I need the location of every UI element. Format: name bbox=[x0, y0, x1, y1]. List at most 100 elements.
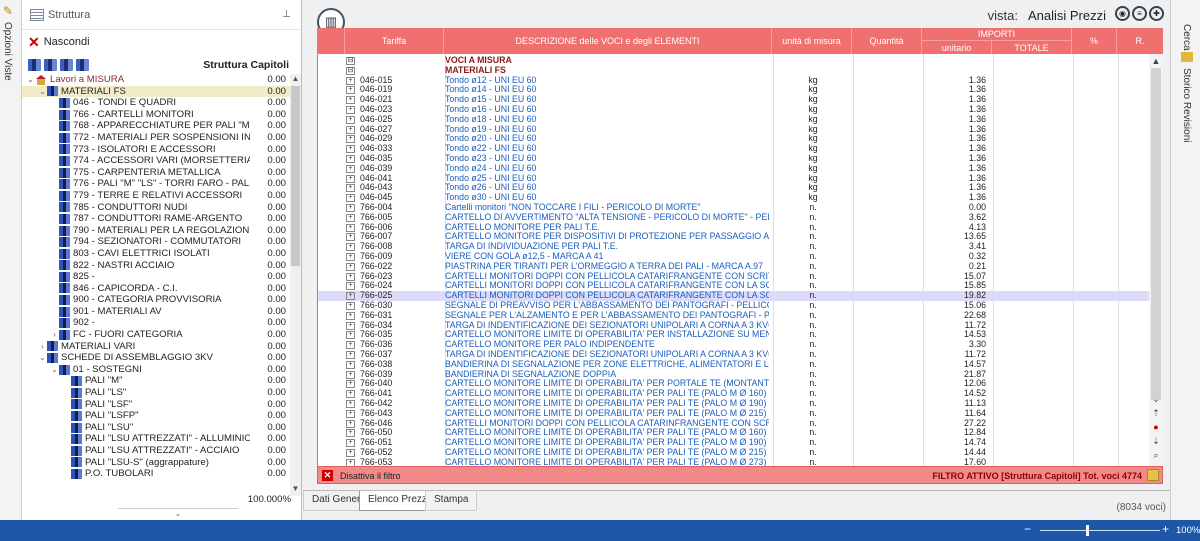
settings-icon[interactable]: ✚ bbox=[1149, 6, 1164, 21]
scroll-up-icon[interactable]: ▲ bbox=[290, 74, 301, 83]
row-expand-icon[interactable]: + bbox=[346, 115, 355, 124]
tree-node[interactable]: P.O. TUBOLARI 0.00 bbox=[22, 468, 290, 480]
table-row[interactable]: +766-035 CARTELLO MONITORE LIMITE DI OPER… bbox=[318, 330, 1150, 340]
table-row[interactable]: +766-008 TARGA DI INDIVIDUAZIONE PER PALI… bbox=[318, 241, 1150, 252]
tree-node[interactable]: 785 - CONDUTTORI NUDI 0.00 bbox=[22, 202, 290, 214]
tree-scrollbar[interactable]: ▲ ▼ bbox=[290, 74, 301, 496]
table-row[interactable]: +766-039 BANDIERINA DI SEGNALAZIONE DOPPI… bbox=[318, 369, 1150, 380]
row-expand-icon[interactable]: + bbox=[346, 125, 355, 134]
row-expand-icon[interactable]: + bbox=[346, 351, 355, 359]
tree-node[interactable]: PALI "LSU-S" (aggrappature) 0.00 bbox=[22, 457, 290, 469]
pin-panel-icon[interactable]: ⊥ bbox=[282, 9, 291, 20]
row-expand-icon[interactable]: + bbox=[346, 321, 355, 330]
tree-node[interactable]: 787 - CONDUTTORI RAME-ARGENTO 0.00 bbox=[22, 213, 290, 225]
tree-node[interactable]: 046 - TONDI E QUADRI 0.00 bbox=[22, 97, 290, 109]
tree-node[interactable]: ⌄ Lavori a MISURA 0.00 bbox=[22, 74, 290, 86]
table-row[interactable]: +766-023 CARTELLI MONITORI DOPPI CON PELL… bbox=[318, 271, 1150, 282]
zoom-search-icon[interactable]: ⌕ bbox=[1149, 450, 1163, 461]
header-percent[interactable]: % bbox=[1072, 28, 1117, 54]
header-r[interactable]: R. bbox=[1117, 28, 1163, 54]
expand-tree-icon[interactable] bbox=[44, 59, 57, 71]
row-expand-icon[interactable]: + bbox=[346, 331, 355, 340]
row-expand-icon[interactable]: + bbox=[346, 419, 355, 428]
table-row[interactable]: +046-043 Tondo ø26 - UNI EU 60 kg 1.36 bbox=[318, 183, 1150, 193]
row-expand-icon[interactable]: + bbox=[346, 302, 355, 310]
filter-lock-icon[interactable] bbox=[1147, 469, 1159, 481]
table-row[interactable]: +046-039 Tondo ø24 - UNI EU 60 kg 1.36 bbox=[318, 163, 1150, 174]
disable-filter-button[interactable]: Disattiva il filtro bbox=[340, 471, 401, 481]
tree-node[interactable]: 901 - MATERIALI AV 0.00 bbox=[22, 306, 290, 318]
table-row[interactable]: +766-053 CARTELLO MONITORE LIMITE DI OPER… bbox=[318, 457, 1150, 466]
storico-revisioni-tab[interactable]: Storico Revisioni bbox=[1181, 68, 1192, 142]
cerca-tab[interactable]: Cerca bbox=[1181, 24, 1192, 51]
tree-scroll-thumb[interactable] bbox=[291, 86, 300, 266]
row-expand-icon[interactable]: + bbox=[346, 292, 355, 301]
row-expand-icon[interactable]: + bbox=[346, 341, 355, 350]
table-row[interactable]: +046-025 Tondo ø18 - UNI EU 60 kg 1.36 bbox=[318, 114, 1150, 125]
expand-toggle-icon[interactable]: ⌄ bbox=[50, 364, 59, 376]
tree-node[interactable]: 794 - SEZIONATORI - COMMUTATORI 0.00 bbox=[22, 236, 290, 248]
tree-node[interactable]: PALI "M" 0.00 bbox=[22, 375, 290, 387]
table-row[interactable]: +046-023 Tondo ø16 - UNI EU 60 kg 1.36 bbox=[318, 104, 1150, 115]
zoom-in-button[interactable]: + bbox=[1162, 522, 1169, 536]
table-row[interactable]: +046-041 Tondo ø25 - UNI EU 60 kg 1.36 bbox=[318, 173, 1150, 184]
tree-node[interactable]: 790 - MATERIALI PER LA REGOLAZIONE... 0.0… bbox=[22, 225, 290, 237]
table-row[interactable]: +766-009 VIERE CON GOLA ø12,5 - MARCA A 4… bbox=[318, 251, 1150, 262]
header-unitario[interactable]: unitario bbox=[922, 41, 992, 54]
table-row[interactable]: +766-024 CARTELLI MONITORI DOPPI CON PELL… bbox=[318, 281, 1150, 291]
tree-node[interactable]: 779 - TERRE E RELATIVI ACCESSORI 0.00 bbox=[22, 190, 290, 202]
disable-filter-icon[interactable]: ✕ bbox=[322, 470, 333, 481]
row-expand-icon[interactable]: + bbox=[346, 400, 355, 408]
tree-node[interactable]: 772 - MATERIALI PER SOSPENSIONI IN ... 0.… bbox=[22, 132, 290, 144]
tree-resize-handle[interactable]: ⌄ bbox=[118, 508, 238, 518]
row-expand-icon[interactable]: + bbox=[346, 213, 355, 222]
view-selector[interactable]: vista: Analisi Prezzi bbox=[988, 8, 1106, 23]
table-row[interactable]: +766-007 CARTELLO MONITORE PER DISPOSITIV… bbox=[318, 232, 1150, 242]
row-expand-icon[interactable]: + bbox=[346, 311, 355, 320]
scroll-down-icon[interactable]: ▼ bbox=[290, 484, 301, 493]
tree-node[interactable]: PALI "LSU ATTREZZATI" - ALLUMINIO 0.00 bbox=[22, 433, 290, 445]
expand-toggle-icon[interactable]: ⌄ bbox=[38, 352, 47, 364]
row-expand-icon[interactable]: + bbox=[346, 184, 355, 193]
pin-icon[interactable]: ✎ bbox=[3, 4, 13, 18]
tree-node[interactable]: 900 - CATEGORIA PROVVISORIA 0.00 bbox=[22, 294, 290, 306]
table-row[interactable]: +766-040 CARTELLO MONITORE LIMITE DI OPER… bbox=[318, 379, 1150, 389]
row-expand-icon[interactable]: + bbox=[346, 233, 355, 242]
collapse-tree-icon[interactable] bbox=[60, 59, 73, 71]
table-row[interactable]: +766-022 PIASTRINA PER TIRANTI PER L'ORME… bbox=[318, 261, 1150, 272]
record-marker-icon[interactable]: ● bbox=[1149, 422, 1163, 432]
table-row[interactable]: +766-034 TARGA DI INDENTIFICAZIONE DEI SE… bbox=[318, 320, 1150, 331]
tree-node[interactable]: 803 - CAVI ELETTRICI ISOLATI 0.00 bbox=[22, 248, 290, 260]
expand-toggle-icon[interactable]: › bbox=[38, 341, 47, 353]
grid-scrollbar[interactable]: ▲ ⌄ ⇡ ● ⇣ ⌕ bbox=[1149, 54, 1163, 466]
table-row[interactable]: +766-041 CARTELLO MONITORE LIMITE DI OPER… bbox=[318, 388, 1150, 399]
grid-view-icon[interactable] bbox=[28, 59, 41, 71]
table-row[interactable]: +766-030 SEGNALE DI PREAVVISO PER L'ABBAS… bbox=[318, 300, 1150, 311]
row-expand-icon[interactable]: + bbox=[346, 429, 355, 438]
row-expand-icon[interactable]: + bbox=[346, 409, 355, 418]
tree-node[interactable]: PALI "LS" 0.00 bbox=[22, 387, 290, 399]
opzioni-viste-tab[interactable]: Opzioni Viste bbox=[2, 22, 13, 81]
row-expand-icon[interactable]: + bbox=[346, 370, 355, 379]
hide-button[interactable]: ✕ Nascondi bbox=[22, 30, 301, 54]
grid-scroll-thumb[interactable] bbox=[1151, 68, 1161, 400]
table-row[interactable]: ⊟ VOCI A MISURA bbox=[318, 56, 1150, 66]
zoom-slider-track[interactable] bbox=[1040, 530, 1160, 531]
table-row[interactable]: +046-015 Tondo ø12 - UNI EU 60 kg 1.36 bbox=[318, 75, 1150, 86]
row-expand-icon[interactable]: + bbox=[346, 96, 355, 105]
level-tree-icon[interactable] bbox=[76, 59, 89, 71]
row-expand-icon[interactable]: + bbox=[346, 262, 355, 271]
expand-toggle-icon[interactable]: › bbox=[50, 329, 59, 341]
table-row[interactable]: +766-046 CARTELLI MONITORI DOPPI CON PELL… bbox=[318, 418, 1150, 429]
table-row[interactable]: +766-050 CARTELLO MONITORE LIMITE DI OPER… bbox=[318, 428, 1150, 438]
row-expand-icon[interactable]: + bbox=[346, 76, 355, 85]
table-row[interactable]: +766-037 TARGA DI INDENTIFICAZIONE DEI SE… bbox=[318, 349, 1150, 360]
tree-node[interactable]: ⌄ MATERIALI FS 0.00 bbox=[22, 85, 290, 98]
header-quantita[interactable]: Quantità bbox=[852, 28, 922, 54]
tree-node[interactable]: 846 - CAPICORDA - C.I. 0.00 bbox=[22, 283, 290, 295]
tree-node[interactable]: 766 - CARTELLI MONITORI 0.00 bbox=[22, 109, 290, 121]
header-tariffa[interactable]: Tariffa bbox=[345, 28, 444, 54]
zoom-out-button[interactable]: − bbox=[1024, 522, 1031, 536]
table-row[interactable]: +046-029 Tondo ø20 - UNI EU 60 kg 1.36 bbox=[318, 134, 1150, 144]
header-totale[interactable]: TOTALE bbox=[992, 41, 1072, 54]
